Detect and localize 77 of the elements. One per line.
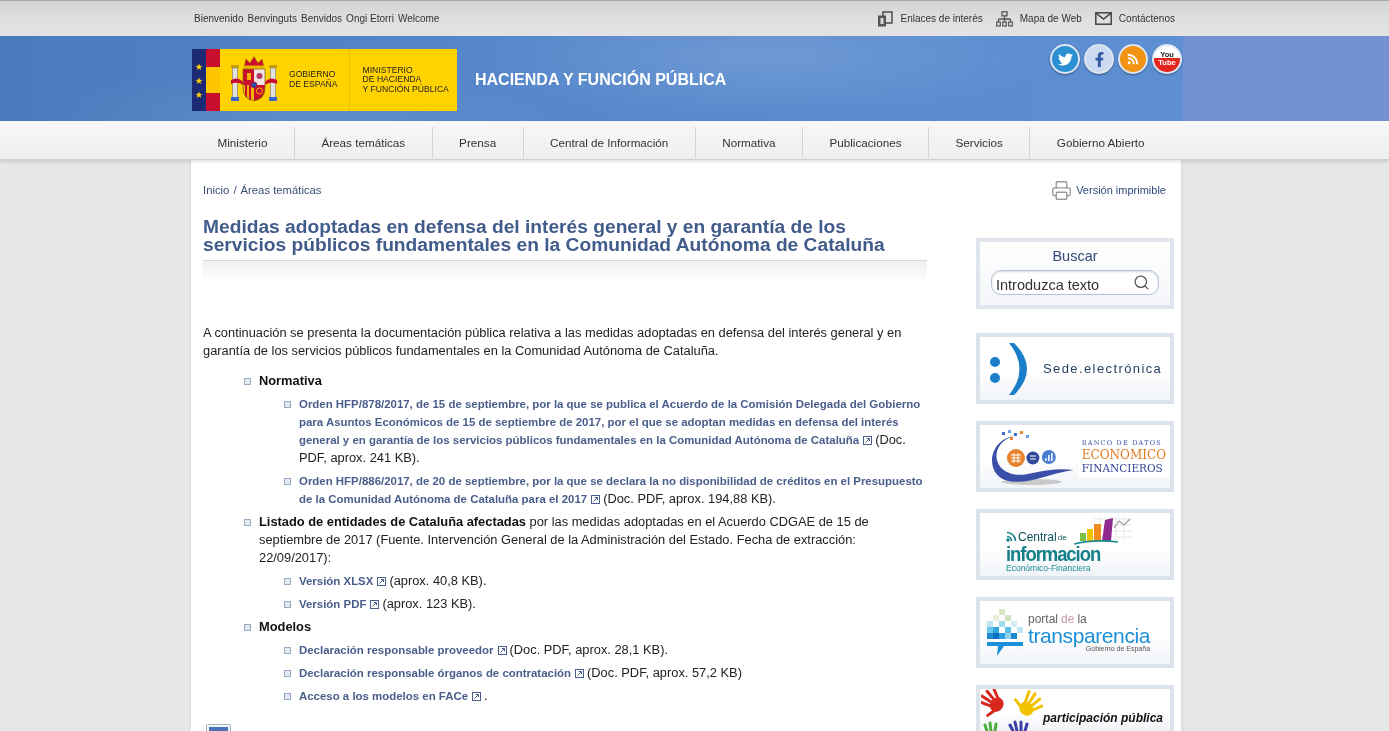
bullet-icon	[284, 693, 291, 700]
coat-of-arms-icon	[230, 55, 278, 105]
external-link-icon	[370, 600, 380, 609]
page-title: Medidas adoptadas en defensa del interés general y en garantía de los servicios públicos fundamentales en la Comunidad Autónoma de Cataluña	[203, 218, 886, 254]
language-link[interactable]: Bienvenido	[194, 13, 244, 24]
external-link-icon	[591, 495, 601, 504]
hand-icon	[981, 689, 1004, 717]
sitemap-icon	[995, 10, 1013, 27]
external-link-icon	[377, 577, 387, 586]
document-link-entry[interactable]: Versión XLSX (aprox. 40,8 KB).	[299, 572, 927, 590]
language-link[interactable]: Ongi Etorri	[346, 13, 394, 24]
breadcrumb-link[interactable]: Inicio	[203, 184, 230, 196]
external-link-icon	[863, 436, 873, 445]
document-link-entry[interactable]: Declaración responsable órganos de contratación (Doc. PDF, aprox. 57,2 KB)	[299, 664, 927, 682]
bullet-icon	[244, 624, 251, 631]
envelope-icon	[1094, 12, 1112, 25]
nav-link[interactable]: Áreas temáticas	[293, 127, 432, 158]
search-button[interactable]	[1133, 274, 1150, 291]
ministry-name: MINISTERIO DE HACIENDA Y FUNCIÓN PÚBLICA	[362, 65, 449, 95]
external-link-icon	[497, 646, 507, 655]
information-center-banner[interactable]: Central de informacion Económico-Financiera	[976, 509, 1174, 580]
print-link[interactable]: Versión imprimible	[1051, 180, 1166, 200]
language-link[interactable]: Benvidos	[300, 13, 343, 24]
bullet-icon	[284, 578, 291, 585]
twitter-icon[interactable]	[1050, 44, 1080, 74]
document-link-entry[interactable]: Orden HFP/878/2017, de 15 de septiembre, por la que se publica el Acuerdo de la Comisión Delegada del Gobierno para Asuntos Económicos de 15 de septiembre de 2017, por el que se adoptan medidas en defensa del interés general y en garantía de los servicios públicos fundamentales en la Comunidad Autónoma de Cataluña (Doc. PDF, aprox. 241 KB).	[299, 395, 927, 467]
search-title: Buscar	[1052, 248, 1098, 265]
nav-link[interactable]: Servicios	[928, 127, 1030, 158]
contact-link[interactable]: Contáctenos	[1094, 10, 1175, 27]
government-logo[interactable]: GOBIERNO DE ESPAÑA MINISTERIO DE HACIENDA Y FUNCIÓN PÚBLICA	[192, 49, 457, 111]
external-link-icon	[575, 669, 585, 678]
nav-link[interactable]: Gobierno Abierto	[1029, 127, 1171, 158]
document-link-entry[interactable]: Orden HFP/886/2017, de 20 de septiembre, por la que se declara la no disponibilidad de créditos en el Presupuesto de la Comunidad Autónoma de Cataluña para el 2017 (Doc. PDF, aprox. 194,88 KB).	[299, 472, 927, 508]
bullet-icon	[284, 647, 291, 654]
nav-link[interactable]: Ministerio	[191, 127, 294, 158]
flag-stripe-icon	[192, 49, 220, 111]
section-heading: Modelos	[259, 618, 313, 636]
bullet-icon	[244, 378, 251, 385]
document-link-entry[interactable]: Versión PDF (aprox. 123 KB).	[299, 595, 927, 613]
bullet-icon	[284, 478, 291, 485]
site-map-link[interactable]: Mapa de Web	[995, 10, 1082, 27]
bullet-icon	[244, 519, 251, 526]
document-link-entry[interactable]: Acceso a los modelos en FACe .	[299, 687, 927, 705]
hand-icon	[1008, 720, 1029, 731]
bullet-icon	[284, 401, 291, 408]
document-link-entry[interactable]: Declaración responsable proveedor (Doc. PDF, aprox. 28,1 KB).	[299, 641, 927, 659]
linked-pages-icon	[877, 10, 894, 27]
breadcrumb-separator: /	[233, 184, 237, 196]
language-link[interactable]: Welcome	[397, 13, 440, 24]
hand-icon	[983, 721, 998, 731]
external-link-icon	[472, 692, 482, 701]
public-participation-banner[interactable]: participación pública	[976, 685, 1174, 731]
search-field[interactable]: Introduzca texto	[991, 270, 1159, 295]
language-link[interactable]: Benvinguts	[247, 13, 297, 24]
nav-link[interactable]: Central de Información	[522, 127, 695, 158]
section-text: Listado de entidades de Cataluña afectadas por las medidas adoptadas en el Acuerdo CDGAE de 15 de septiembre de 2017 (Fuente. Intervención General de la Administración del Estado. Fecha de extracción: 22/09/2017):	[259, 513, 870, 567]
section-heading: Normativa	[259, 372, 323, 390]
bullet-icon	[284, 670, 291, 677]
bullet-icon	[284, 601, 291, 608]
search-icon	[1133, 274, 1150, 291]
related-links-link[interactable]: Enlaces de interés	[877, 10, 983, 27]
intro-paragraph: A continuación se presenta la documentación pública relativa a las medidas adoptadas en defensa del interés general y en garantía de los servicios públicos fundamentales en la Comunidad Autónoma de Cataluña.	[203, 324, 903, 360]
hand-icon	[1014, 690, 1043, 716]
facebook-icon[interactable]	[1084, 44, 1114, 74]
rss-icon[interactable]	[1118, 44, 1148, 74]
smiley-icon	[990, 340, 1030, 397]
printer-icon	[1051, 179, 1073, 201]
nav-link[interactable]: Prensa	[431, 127, 523, 158]
breadcrumb-link[interactable]: Áreas temáticas	[240, 184, 322, 196]
wireless-signal-icon	[1006, 530, 1017, 542]
nav-link[interactable]: Normativa	[694, 127, 802, 158]
government-name: GOBIERNO DE ESPAÑA	[289, 70, 338, 90]
nav-link[interactable]: Publicaciones	[801, 127, 928, 158]
sede-electronica-banner[interactable]: Sede.electrónica	[976, 333, 1174, 404]
bar-chart-icon	[1073, 516, 1132, 545]
mosaic-logo-icon	[987, 608, 1023, 657]
page-icon[interactable]	[206, 724, 231, 731]
